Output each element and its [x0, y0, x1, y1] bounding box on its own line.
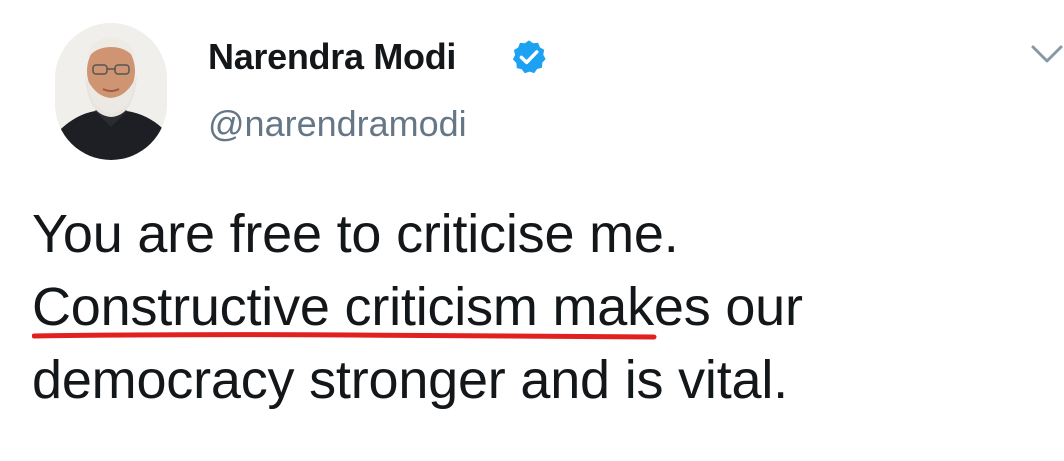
verified-badge-icon: [512, 40, 546, 74]
red-underline-annotation: [32, 332, 657, 340]
tweet-text-fragment: makes our: [552, 277, 803, 337]
highlighted-phrase: Constructive criticism: [32, 277, 553, 337]
tweet-text: You are free to criticise me. Constructi…: [32, 198, 1032, 417]
tweet-text-line: democracy stronger and is vital.: [32, 350, 788, 410]
tweet-text-line: You are free to criticise me.: [32, 204, 679, 264]
display-name[interactable]: Narendra Modi: [208, 36, 456, 78]
avatar-image: [55, 23, 167, 160]
tweet-card: Narendra Modi @narendramodi You are free…: [0, 0, 1064, 461]
chevron-down-icon[interactable]: [1029, 41, 1064, 71]
avatar[interactable]: [55, 23, 167, 160]
user-handle[interactable]: @narendramodi: [208, 103, 467, 145]
